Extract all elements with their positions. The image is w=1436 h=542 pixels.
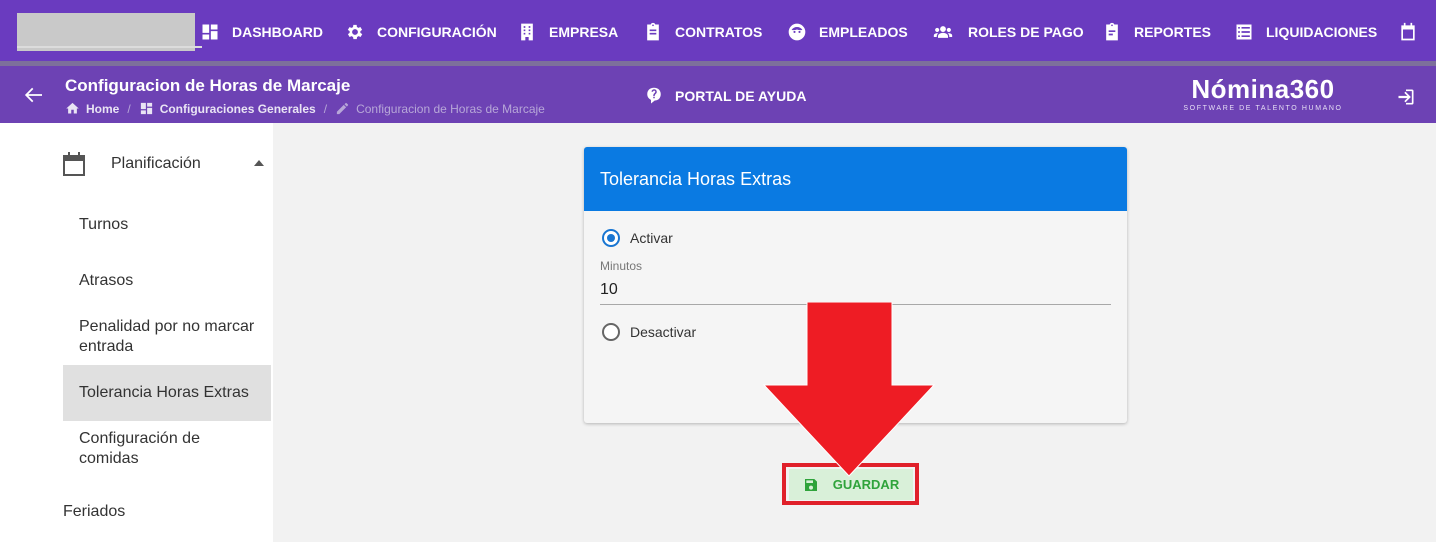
sidebar-item-comidas[interactable]: Configuración de comidas <box>63 429 271 469</box>
help-portal-link[interactable]: PORTAL DE AYUDA <box>645 87 806 105</box>
nav-label: CONFIGURACIÓN <box>377 24 497 40</box>
sidebar-item-turnos[interactable]: Turnos <box>63 213 271 237</box>
sidebar-group-planificacion[interactable]: Planificación <box>63 148 273 180</box>
radio-button-checked[interactable] <box>602 229 620 247</box>
page-header: Configuracion de Horas de Marcaje Home /… <box>0 66 1436 123</box>
radio-activar[interactable]: Activar <box>602 229 673 247</box>
breadcrumb-separator: / <box>323 101 328 116</box>
sidebar-group-label: Planificación <box>111 155 201 172</box>
caret-up-icon <box>254 160 264 166</box>
sidebar-item-feriados[interactable]: Feriados <box>63 503 125 521</box>
nav-label: EMPRESA <box>549 24 619 40</box>
nav-item-empleados[interactable]: EMPLEADOS <box>787 18 908 46</box>
sidebar-item-penalidad[interactable]: Penalidad por no marcar entrada <box>63 317 271 357</box>
radio-button-unchecked[interactable] <box>602 323 620 341</box>
sidebar-item-label: Configuración de comidas <box>79 430 200 467</box>
pencil-icon <box>336 102 349 115</box>
breadcrumb-label: Configuraciones Generales <box>159 101 316 116</box>
gear-icon <box>347 24 363 40</box>
nav-label: DASHBOARD <box>232 24 323 40</box>
nav-item-reportes[interactable]: REPORTES <box>1102 18 1211 46</box>
back-arrow-icon[interactable] <box>22 86 44 104</box>
sidebar-item-atrasos[interactable]: Atrasos <box>63 269 271 293</box>
radio-desactivar[interactable]: Desactivar <box>602 323 696 341</box>
nav-label: LIQUIDACIONES <box>1266 24 1378 40</box>
minutes-input[interactable] <box>600 276 1111 305</box>
sidebar-item-label: Turnos <box>79 216 129 233</box>
nav-item-empresa[interactable]: EMPRESA <box>517 18 618 46</box>
group-icon <box>933 26 953 38</box>
home-icon <box>66 102 79 114</box>
help-label: PORTAL DE AYUDA <box>675 88 807 104</box>
report-icon <box>1106 22 1118 41</box>
nav-label: EMPLEADOS <box>819 24 908 40</box>
breadcrumb-home[interactable]: Home <box>65 101 119 116</box>
nav-item-roles-de-pago[interactable]: ROLES DE PAGO <box>930 18 1084 46</box>
sidebar-item-label: Atrasos <box>79 272 134 289</box>
top-navigation-bar: DASHBOARD CONFIGURACIÓN EMPRESA CONTRATO… <box>0 0 1436 66</box>
breadcrumb-configuraciones-generales[interactable]: Configuraciones Generales <box>139 101 316 116</box>
breadcrumb-current: Configuracion de Horas de Marcaje <box>335 101 545 116</box>
dashboard-icon <box>202 24 218 40</box>
sidebar: Planificación Turnos Atrasos Penalidad p… <box>0 123 273 542</box>
save-icon <box>804 478 817 491</box>
nomina360-logo: Nómina360 SOFTWARE DE TALENTO HUMANO <box>1172 74 1354 112</box>
minutes-label: Minutos <box>600 259 643 273</box>
radio-label: Activar <box>630 230 673 246</box>
logo-tagline: SOFTWARE DE TALENTO HUMANO <box>1183 105 1343 112</box>
sidebar-item-label: Tolerancia Horas Extras <box>79 384 249 401</box>
calendar-icon <box>63 152 85 176</box>
nav-item-dashboard[interactable]: DASHBOARD <box>200 18 323 46</box>
face-icon <box>788 23 806 41</box>
clipboard-icon <box>647 22 659 41</box>
page-title: Configuracion de Horas de Marcaje <box>65 76 351 95</box>
save-label: GUARDAR <box>832 477 900 492</box>
sidebar-item-tolerancia-horas-extras[interactable]: Tolerancia Horas Extras <box>63 365 271 421</box>
nav-label: REPORTES <box>1134 24 1212 40</box>
nav-label: CONTRATOS <box>675 24 763 40</box>
breadcrumb-label: Home <box>86 101 120 116</box>
logo-text: Nómina360 <box>1191 74 1335 104</box>
card-title: Tolerancia Horas Extras <box>584 147 1127 211</box>
calendar-icon <box>1401 22 1415 41</box>
help-icon <box>647 87 661 104</box>
breadcrumb-label: Configuracion de Horas de Marcaje <box>356 101 545 116</box>
nav-item-liquidaciones[interactable]: LIQUIDACIONES <box>1234 18 1377 46</box>
nav-item-calendar[interactable] <box>1398 18 1430 46</box>
divider <box>17 46 202 48</box>
radio-label: Desactivar <box>630 324 697 340</box>
nav-label: ROLES DE PAGO <box>968 24 1084 40</box>
logout-icon[interactable] <box>1396 87 1416 107</box>
dashboard-icon <box>140 102 152 115</box>
sidebar-item-label: Penalidad por no marcar entrada <box>79 318 255 355</box>
nav-item-configuracion[interactable]: CONFIGURACIÓN <box>345 18 497 46</box>
breadcrumb: Home / Configuraciones Generales / Confi… <box>65 101 545 116</box>
nav-item-contratos[interactable]: CONTRATOS <box>643 18 762 46</box>
building-icon <box>521 23 533 41</box>
list-icon <box>1236 24 1252 40</box>
annotation-arrow <box>762 302 936 477</box>
breadcrumb-separator: / <box>127 101 131 116</box>
